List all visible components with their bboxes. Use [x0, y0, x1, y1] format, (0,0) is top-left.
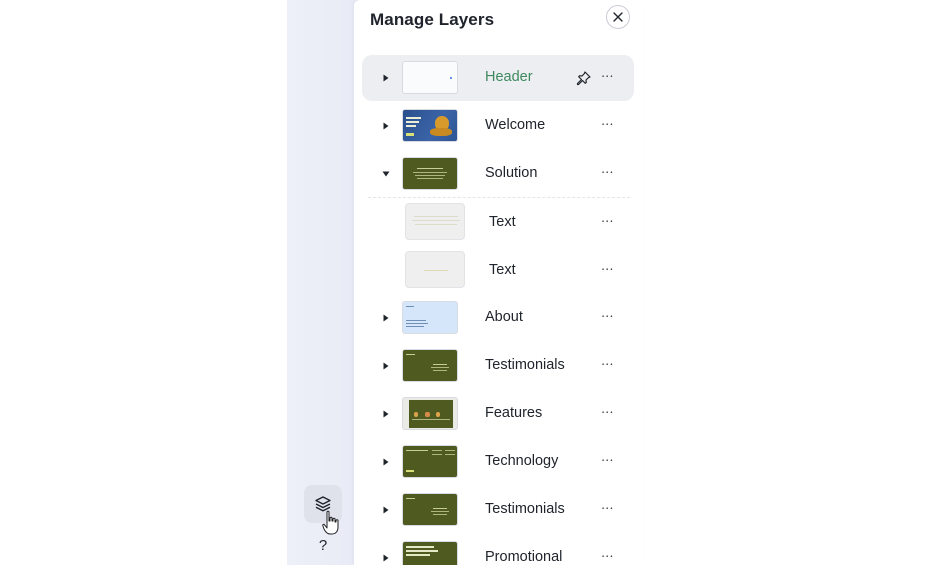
layer-label: Promotional [485, 549, 563, 565]
hand-cursor-icon [322, 510, 339, 535]
help-button[interactable]: ? [314, 537, 332, 557]
triangle-right-icon[interactable] [381, 409, 391, 419]
layer-label: Testimonials [485, 357, 565, 373]
triangle-right-icon[interactable] [381, 361, 391, 371]
layer-label: Header [485, 69, 533, 85]
layer-thumbnail [405, 251, 465, 288]
layer-row-about[interactable]: About ··· [362, 295, 634, 341]
layer-row-text[interactable]: Text ··· [362, 248, 634, 294]
triangle-right-icon[interactable] [381, 73, 391, 83]
close-button[interactable] [606, 5, 630, 29]
more-options-button[interactable]: ··· [598, 67, 616, 87]
layer-row-solution[interactable]: Solution ··· [362, 151, 634, 197]
layer-label: Features [485, 405, 543, 421]
layer-thumbnail [402, 445, 458, 478]
layer-row-promotional[interactable]: Promotional ··· [362, 535, 634, 565]
layer-thumbnail [402, 541, 458, 565]
more-options-button[interactable]: ··· [598, 499, 616, 519]
layer-row-testimonials[interactable]: Testimonials ··· [362, 487, 634, 533]
layer-label: Welcome [485, 117, 546, 133]
triangle-down-icon[interactable] [381, 169, 391, 179]
pin-icon[interactable] [576, 70, 592, 86]
triangle-right-icon[interactable] [381, 505, 391, 515]
more-options-button[interactable]: ··· [598, 212, 616, 232]
layer-row-technology[interactable]: Technology ··· [362, 439, 634, 485]
panel-title: Manage Layers [370, 10, 495, 29]
more-options-button[interactable]: ··· [598, 451, 616, 471]
divider [368, 197, 630, 198]
layer-row-header[interactable]: Header ··· [362, 55, 634, 101]
more-options-button[interactable]: ··· [598, 355, 616, 375]
layer-thumbnail [402, 61, 458, 94]
layer-label: Testimonials [485, 501, 565, 517]
layer-row-features[interactable]: Features ··· [362, 391, 634, 437]
close-icon [613, 12, 623, 22]
triangle-right-icon[interactable] [381, 121, 391, 131]
triangle-right-icon[interactable] [381, 553, 391, 563]
layer-row-testimonials[interactable]: Testimonials ··· [362, 343, 634, 389]
layer-label: Solution [485, 165, 538, 181]
more-options-button[interactable]: ··· [598, 307, 616, 327]
layer-thumbnail [402, 109, 458, 142]
more-options-button[interactable]: ··· [598, 547, 616, 565]
layer-row-text[interactable]: Text ··· [362, 200, 634, 246]
more-options-button[interactable]: ··· [598, 260, 616, 280]
layer-label: Text [489, 214, 516, 230]
layer-thumbnail [402, 157, 458, 190]
triangle-right-icon[interactable] [381, 457, 391, 467]
layer-label: Text [489, 262, 516, 278]
manage-layers-panel: Manage Layers Header ··· Welcome ··· Sol… [354, 0, 642, 565]
layer-row-welcome[interactable]: Welcome ··· [362, 103, 634, 149]
more-options-button[interactable]: ··· [598, 115, 616, 135]
layer-thumbnail [402, 349, 458, 382]
layer-thumbnail [402, 301, 458, 334]
triangle-right-icon[interactable] [381, 313, 391, 323]
layer-label: Technology [485, 453, 559, 469]
layer-label: About [485, 309, 523, 325]
layer-thumbnail [402, 493, 458, 526]
layer-thumbnail [405, 203, 465, 240]
more-options-button[interactable]: ··· [598, 163, 616, 183]
layer-thumbnail [402, 397, 458, 430]
more-options-button[interactable]: ··· [598, 403, 616, 423]
